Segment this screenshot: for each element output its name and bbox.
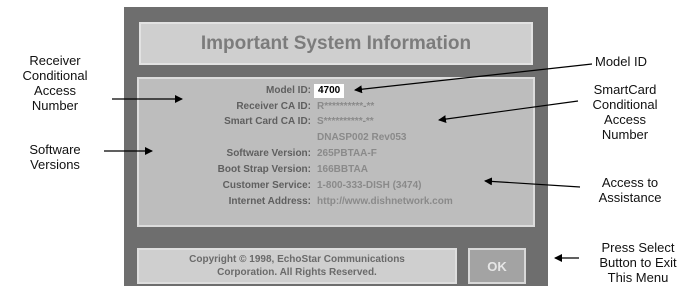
- arrow-assistance: [484, 177, 581, 188]
- arrow-smartcard-ca: [438, 100, 579, 124]
- arrow-model-id: [354, 63, 593, 94]
- callout-arrows: [104, 63, 593, 262]
